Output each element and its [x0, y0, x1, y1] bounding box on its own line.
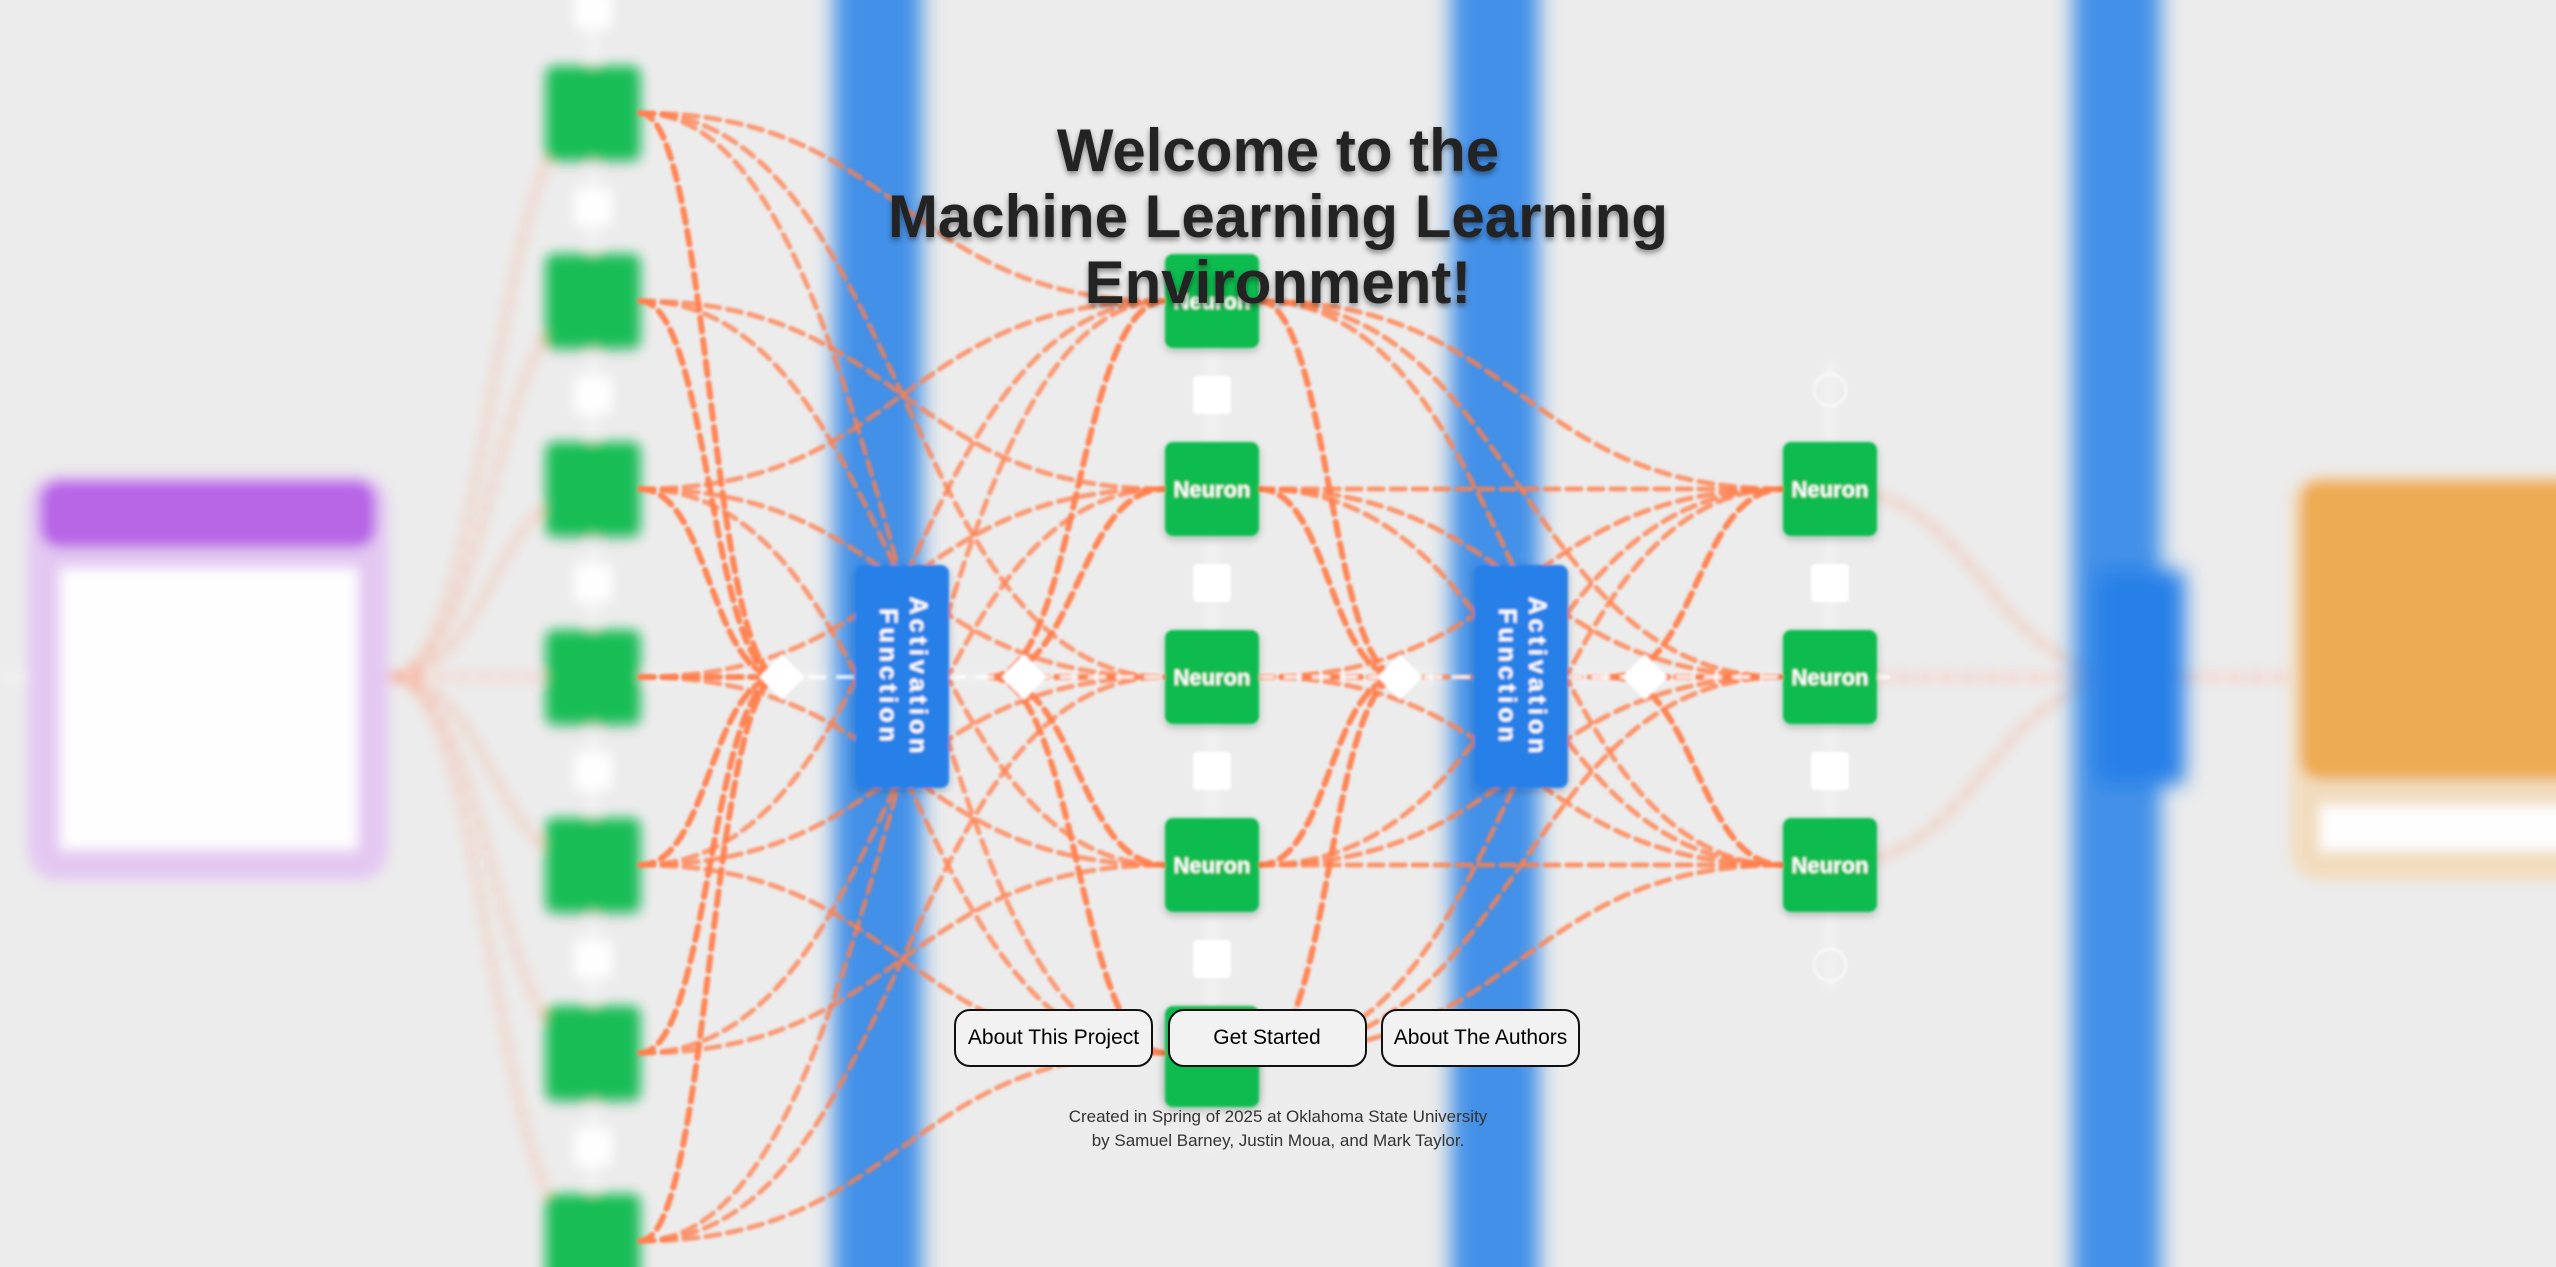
layer2-neuron-label: Neuron [1174, 665, 1251, 690]
connector-square [1811, 564, 1849, 602]
connector-square [574, 752, 612, 790]
layer1-neuron [546, 442, 640, 536]
about-project-button[interactable]: About This Project [954, 1009, 1153, 1067]
layer3-neuron-label: Neuron [1792, 477, 1869, 502]
activation-label-line-2: Function [874, 608, 902, 746]
connector-square [1193, 940, 1231, 978]
page-title: Welcome to the Machine Learning Learning… [0, 118, 2556, 316]
connector-square [1193, 564, 1231, 602]
layer3-neuron-label: Neuron [1792, 665, 1869, 690]
layer1-neuron [546, 1006, 640, 1100]
layer1-neuron [546, 630, 640, 724]
connector-square [574, 564, 612, 602]
layer2-neuron-label: Neuron [1174, 477, 1251, 502]
credits-line-1: Created in Spring of 2025 at Oklahoma St… [1068, 1107, 1488, 1126]
get-started-button[interactable]: Get Started [1167, 1009, 1367, 1067]
title-line-3: Environment! [1084, 249, 1472, 316]
activation-label-line-1: Activation [1523, 597, 1551, 758]
layer1-neuron [546, 818, 640, 912]
connector-square [574, 940, 612, 978]
connector-square [574, 0, 612, 29]
activation-box-blurred [2095, 570, 2185, 785]
title-line-1: Welcome to the [1056, 117, 1500, 184]
activation-label-line-2: Function [1493, 608, 1521, 746]
credits: Created in Spring of 2025 at Oklahoma St… [0, 1105, 2556, 1153]
output-panel-body [2300, 480, 2556, 780]
activation-label-line-1: Activation [904, 597, 932, 758]
connector-square [1811, 752, 1849, 790]
output-panel-footer [2320, 805, 2556, 851]
layer3-neuron-label: Neuron [1792, 853, 1869, 878]
about-authors-button[interactable]: About The Authors [1381, 1009, 1580, 1067]
credits-line-2: by Samuel Barney, Justin Moua, and Mark … [1091, 1131, 1465, 1150]
title-line-2: Machine Learning Learning [887, 183, 1669, 250]
layer2-neuron-label: Neuron [1174, 853, 1251, 878]
connector-square [1193, 752, 1231, 790]
layer1-neuron [546, 1194, 640, 1267]
input-panel-body [60, 568, 358, 850]
input-panel-header [40, 480, 376, 548]
connector-square [574, 376, 612, 414]
action-buttons: About This Project Get Started About The… [954, 1009, 1580, 1069]
connector-square [1193, 376, 1231, 414]
